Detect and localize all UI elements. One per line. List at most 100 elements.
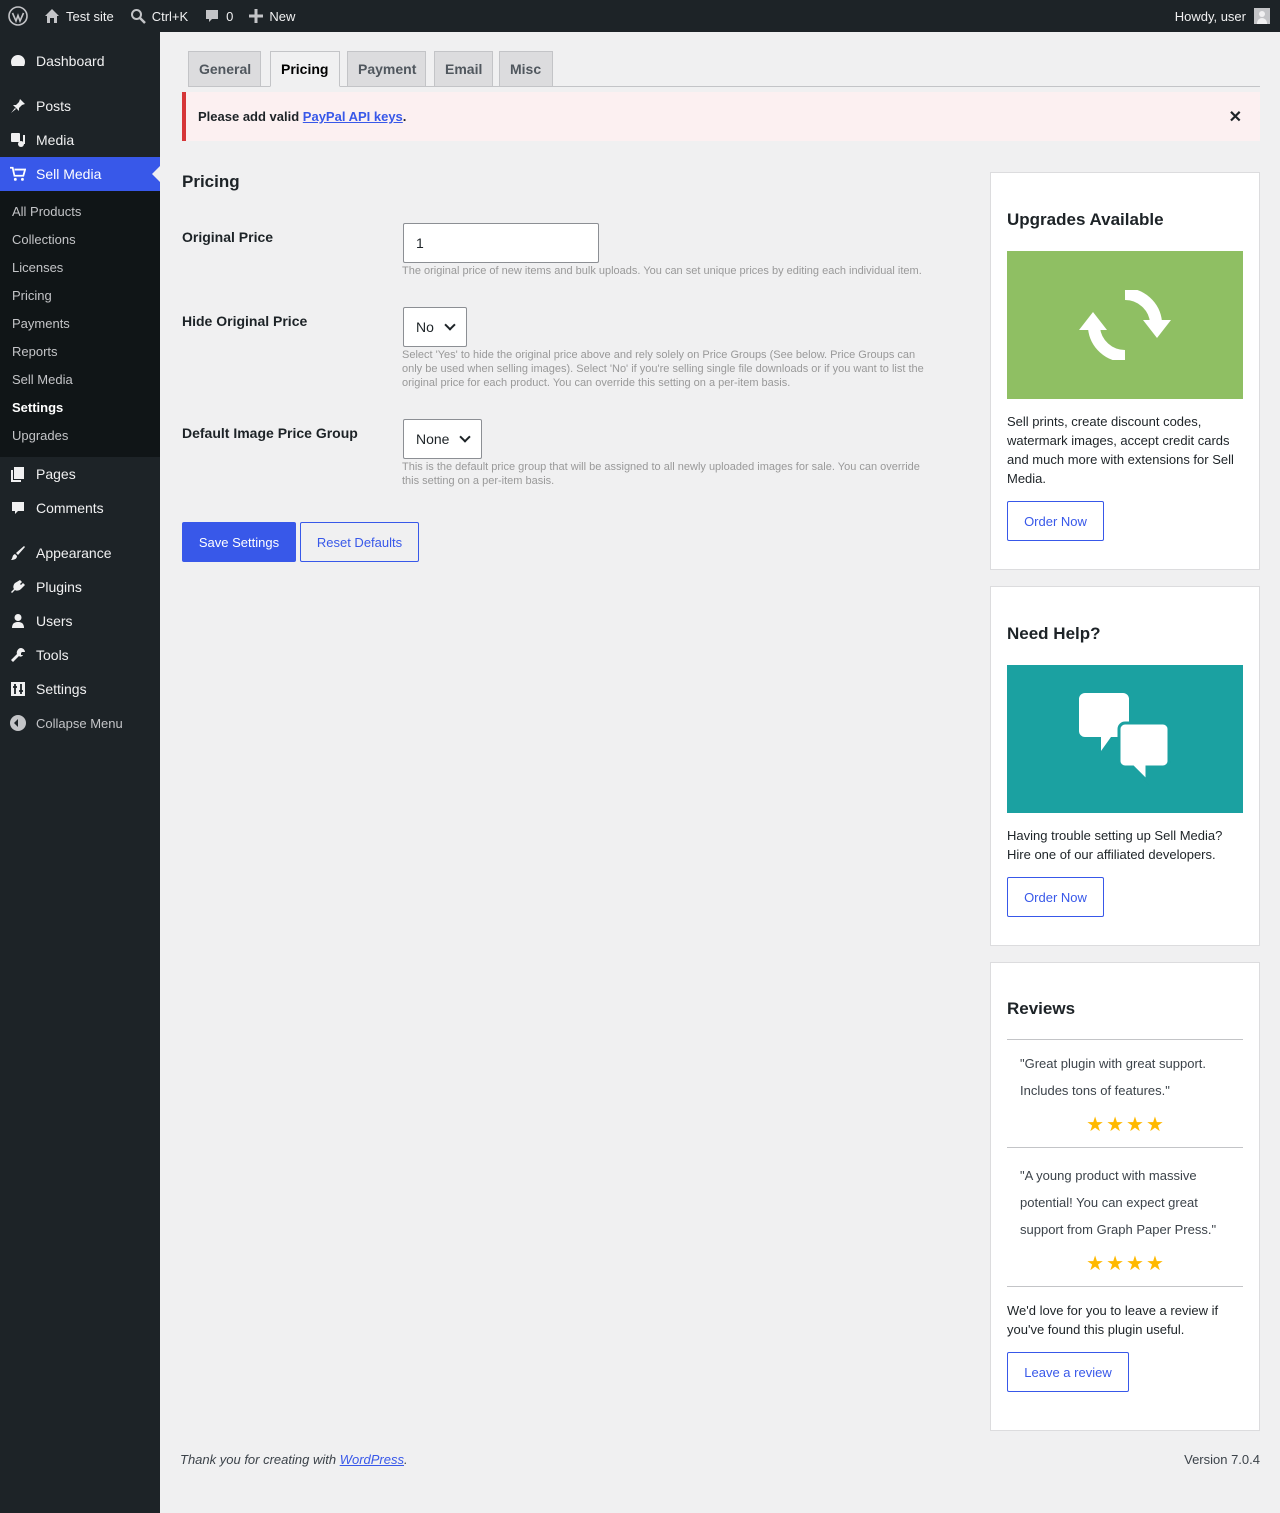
sidebar-item-label: Tools	[36, 647, 69, 663]
admin-sidebar: Dashboard Posts Media Sell Media All Pro…	[0, 32, 160, 1513]
star-icon: ★	[1145, 1253, 1164, 1275]
main-content: General Pricing Payment Email Misc Pleas…	[160, 32, 1280, 1513]
site-name-link[interactable]: Test site	[36, 0, 122, 32]
avatar	[1254, 8, 1270, 24]
new-label: New	[269, 8, 296, 24]
review-quote: "Great plugin with great support. Includ…	[1020, 1056, 1206, 1098]
sidebar-item-label: Plugins	[36, 579, 82, 595]
hide-original-price-description: Select 'Yes' to hide the original price …	[402, 349, 924, 389]
comments-link[interactable]: 0	[196, 0, 241, 32]
sidebar-item-label: Media	[36, 132, 75, 148]
star-icon: ★	[1086, 1114, 1105, 1136]
sell-media-submenu: All Products Collections Licenses Pricin…	[0, 191, 160, 457]
sidebar-item-label: Settings	[36, 681, 87, 697]
chevron-down-icon	[459, 431, 472, 443]
tab-pricing[interactable]: Pricing	[270, 51, 340, 87]
paypal-keys-link[interactable]: PayPal API keys	[303, 109, 403, 124]
sidebar-item-posts[interactable]: Posts	[0, 89, 160, 123]
leave-review-button[interactable]: Leave a review	[1007, 1352, 1129, 1392]
comment-icon	[10, 500, 26, 516]
submenu-item-pricing[interactable]: Pricing	[0, 282, 160, 310]
sidebar-item-label: Comments	[36, 500, 104, 516]
default-price-group-select[interactable]: None	[403, 419, 483, 459]
chat-bubbles-icon	[1079, 693, 1171, 785]
comments-count: 0	[226, 8, 234, 24]
search-shortcut: Ctrl+K	[151, 8, 189, 24]
submenu-item-all-products[interactable]: All Products	[0, 198, 160, 226]
upgrades-order-button[interactable]: Order Now	[1007, 501, 1104, 541]
review-quote: "A young product with massive potential!…	[1020, 1168, 1217, 1237]
user-icon	[10, 613, 26, 629]
section-title: Pricing	[182, 172, 240, 191]
upgrades-banner	[1007, 251, 1243, 399]
divider	[1007, 1286, 1243, 1287]
sidebar-item-label: Dashboard	[36, 53, 105, 69]
sidebar-item-media[interactable]: Media	[0, 123, 160, 157]
star-icon: ★	[1126, 1114, 1144, 1136]
sidebar-item-appearance[interactable]: Appearance	[0, 536, 160, 570]
save-settings-button[interactable]: Save Settings	[182, 522, 296, 562]
command-palette-button[interactable]: Ctrl+K	[122, 0, 196, 32]
default-price-group-label: Default Image Price Group	[182, 425, 358, 441]
plus-icon	[249, 9, 264, 23]
submenu-item-upgrades[interactable]: Upgrades	[0, 422, 160, 450]
greeting: Howdy, user	[1174, 8, 1246, 24]
tab-payment[interactable]: Payment	[347, 51, 426, 87]
wrench-icon	[10, 647, 26, 663]
submenu-item-settings[interactable]: Settings	[0, 394, 160, 422]
dashboard-icon	[10, 53, 26, 69]
tab-email[interactable]: Email	[434, 51, 493, 87]
reset-defaults-button[interactable]: Reset Defaults	[300, 522, 419, 562]
star-icon: ★	[1086, 1253, 1105, 1275]
sidebar-item-sell-media[interactable]: Sell Media	[0, 157, 160, 191]
divider	[1007, 1039, 1243, 1040]
select-value: None	[416, 431, 450, 447]
star-icon: ★	[1126, 1253, 1144, 1275]
wordpress-link[interactable]: WordPress	[340, 1452, 404, 1467]
original-price-input[interactable]: 1	[403, 223, 599, 263]
submenu-item-sell-media[interactable]: Sell Media	[0, 366, 160, 394]
help-order-button[interactable]: Order Now	[1007, 877, 1104, 917]
sidebar-item-dashboard[interactable]: Dashboard	[0, 44, 160, 78]
sidebar-item-users[interactable]: Users	[0, 604, 160, 638]
dismiss-icon[interactable]: ✕	[1229, 107, 1242, 127]
help-title: Need Help?	[1007, 624, 1101, 643]
star-rating: ★ ★ ★ ★	[1007, 1254, 1243, 1274]
version-text: Version 7.0.4	[1184, 1452, 1260, 1467]
user-menu[interactable]: Howdy, user	[1175, 8, 1280, 24]
plug-icon	[10, 579, 26, 595]
submenu-item-payments[interactable]: Payments	[0, 310, 160, 338]
home-icon	[45, 9, 59, 23]
default-price-group-description: This is the default price group that wil…	[402, 461, 920, 487]
search-icon	[130, 9, 146, 24]
select-value: No	[416, 319, 434, 335]
star-rating: ★ ★ ★ ★	[1007, 1115, 1243, 1135]
wordpress-logo-icon[interactable]	[0, 0, 36, 32]
sidebar-item-plugins[interactable]: Plugins	[0, 570, 160, 604]
submenu-item-collections[interactable]: Collections	[0, 226, 160, 254]
new-content-button[interactable]: New	[241, 0, 303, 32]
footer-thanks-suffix: .	[404, 1452, 408, 1467]
original-price-label: Original Price	[182, 229, 274, 245]
sidebar-item-settings[interactable]: Settings	[0, 672, 160, 706]
comment-icon	[206, 10, 219, 22]
tab-general[interactable]: General	[188, 51, 261, 87]
hide-original-price-select[interactable]: No	[403, 307, 467, 347]
help-text: Having trouble setting up Sell Media? Hi…	[1007, 828, 1223, 862]
chevron-down-icon	[444, 319, 456, 331]
footer-thanks: Thank you for creating with WordPress.	[180, 1452, 408, 1467]
submenu-item-licenses[interactable]: Licenses	[0, 254, 160, 282]
sidebar-item-comments[interactable]: Comments	[0, 491, 160, 525]
upgrades-box: Upgrades Available Sell prints, create d…	[990, 172, 1260, 570]
sidebar-item-pages[interactable]: Pages	[0, 457, 160, 491]
sidebar-item-tools[interactable]: Tools	[0, 638, 160, 672]
tab-misc[interactable]: Misc	[499, 51, 553, 87]
pages-icon	[10, 466, 26, 482]
star-icon: ★	[1106, 1114, 1124, 1136]
collapse-menu-button[interactable]: Collapse Menu	[0, 706, 160, 740]
hide-original-price-label: Hide Original Price	[182, 313, 308, 329]
sidebar-item-label: Appearance	[36, 545, 112, 561]
admin-bar: Test site Ctrl+K 0 New Howdy, user	[0, 0, 1280, 32]
submenu-item-reports[interactable]: Reports	[0, 338, 160, 366]
site-name: Test site	[66, 8, 114, 24]
